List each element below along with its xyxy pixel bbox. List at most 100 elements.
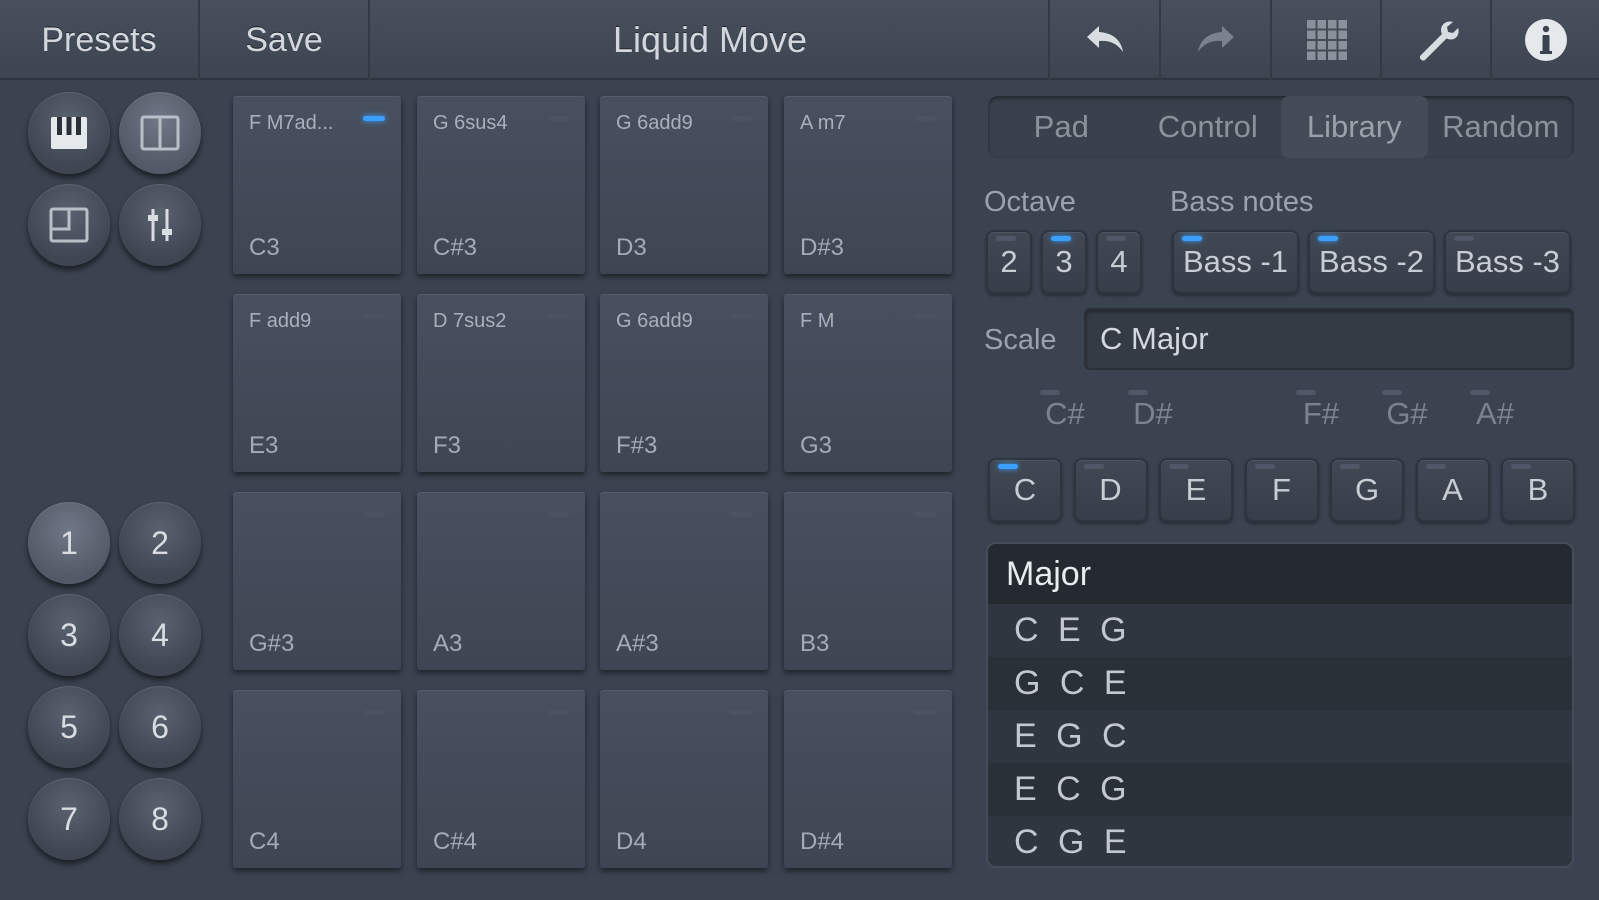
scale-selector[interactable]: C Major xyxy=(1084,308,1574,370)
pad-note-label: C3 xyxy=(249,234,280,261)
key-button-a-sharp-label: A# xyxy=(1476,396,1514,431)
key-button-e[interactable]: E xyxy=(1159,458,1233,522)
key-button-d[interactable]: D xyxy=(1073,458,1148,522)
pad[interactable]: C#4 xyxy=(417,690,585,868)
pad[interactable]: G 6add9 D3 xyxy=(600,96,768,274)
mixer-view-button[interactable] xyxy=(119,184,201,266)
key-button-b[interactable]: B xyxy=(1501,458,1575,522)
pad-led-indicator xyxy=(914,116,936,121)
led-indicator xyxy=(1340,464,1360,469)
key-button-f-sharp-label: F# xyxy=(1302,396,1340,431)
keyboard-view-button[interactable] xyxy=(28,92,110,174)
bank-button-3[interactable]: 3 xyxy=(28,594,110,676)
list-item[interactable]: G C E xyxy=(988,657,1572,710)
tab-pad[interactable]: Pad xyxy=(988,96,1135,158)
key-button-f[interactable]: F xyxy=(1244,458,1319,522)
layout-icon xyxy=(49,207,89,243)
bank-button-7[interactable]: 7 xyxy=(28,778,110,860)
led-indicator xyxy=(1296,390,1316,395)
pad-note-label: D4 xyxy=(616,828,647,855)
redo-button[interactable] xyxy=(1159,0,1270,80)
led-indicator xyxy=(1254,464,1275,469)
pad-led-indicator xyxy=(547,512,569,517)
presets-button[interactable]: Presets xyxy=(0,0,200,80)
pad[interactable]: A#3 xyxy=(600,492,768,670)
octave-button-3[interactable]: 3 xyxy=(1041,230,1087,294)
pad[interactable]: G#3 xyxy=(233,492,401,670)
led-indicator xyxy=(1106,236,1126,241)
split-view-icon xyxy=(140,115,180,151)
pad[interactable]: D4 xyxy=(600,690,768,868)
led-indicator xyxy=(998,464,1018,469)
bank-button-1[interactable]: 1 xyxy=(28,502,110,584)
tab-random[interactable]: Random xyxy=(1428,96,1575,158)
key-button-g-label: G xyxy=(1354,472,1380,507)
layout-view-button[interactable] xyxy=(28,184,110,266)
pad-chord-label: G 6add9 xyxy=(616,310,693,332)
led-indicator xyxy=(1040,390,1060,395)
undo-button[interactable] xyxy=(1048,0,1159,80)
octave-button-4[interactable]: 4 xyxy=(1096,230,1142,294)
key-button-d-label: D xyxy=(1099,472,1122,507)
pad[interactable]: B3 xyxy=(784,492,952,670)
grid-icon xyxy=(1306,20,1347,60)
pad[interactable]: G 6sus4 C#3 xyxy=(417,96,585,274)
bass-button-2[interactable]: Bass -2 xyxy=(1308,230,1435,294)
pad[interactable]: C4 xyxy=(233,690,401,868)
pad-led-indicator xyxy=(363,710,385,715)
led-indicator xyxy=(1425,464,1446,469)
key-button-b-label: B xyxy=(1527,472,1549,507)
list-item[interactable]: E C G xyxy=(988,763,1572,816)
pad[interactable]: D 7sus2 F3 xyxy=(417,294,585,472)
tab-control[interactable]: Control xyxy=(1135,96,1282,158)
pad[interactable]: F M G3 xyxy=(784,294,952,472)
key-button-a-sharp[interactable]: A# xyxy=(1460,384,1530,444)
pad[interactable]: F M7ad... C3 xyxy=(233,96,401,274)
bank-button-4[interactable]: 4 xyxy=(119,594,201,676)
key-button-c[interactable]: C xyxy=(988,458,1062,522)
key-button-g[interactable]: G xyxy=(1330,458,1404,522)
list-item[interactable]: C E G xyxy=(988,604,1572,657)
pad-led-indicator xyxy=(914,314,936,319)
pad-led-indicator xyxy=(547,314,569,319)
settings-button[interactable] xyxy=(1380,0,1491,80)
save-button[interactable]: Save xyxy=(200,0,370,80)
tab-library[interactable]: Library xyxy=(1281,96,1428,158)
bass-notes-label: Bass notes xyxy=(1170,186,1314,218)
bass-button-1[interactable]: Bass -1 xyxy=(1172,230,1299,294)
key-button-a[interactable]: A xyxy=(1415,458,1490,522)
pad-chord-label: F M7ad... xyxy=(249,112,334,134)
bass-button-3[interactable]: Bass -3 xyxy=(1444,230,1571,294)
key-button-g-sharp[interactable]: G# xyxy=(1372,384,1442,444)
pad-led-indicator xyxy=(363,314,385,319)
list-item[interactable]: C G E xyxy=(988,816,1572,866)
pad-chord-label: F add9 xyxy=(249,310,312,332)
info-icon xyxy=(1524,19,1567,61)
pad[interactable]: A m7 D#3 xyxy=(784,96,952,274)
pad-note-label: B3 xyxy=(800,630,830,657)
bank-button-6[interactable]: 6 xyxy=(119,686,201,768)
bank-button-5[interactable]: 5 xyxy=(28,686,110,768)
list-item[interactable]: E G C xyxy=(988,710,1572,763)
pad-led-indicator xyxy=(730,116,752,121)
pad-note-label: F#3 xyxy=(616,432,658,459)
undo-icon xyxy=(1086,26,1123,52)
pad-note-label: C#3 xyxy=(433,234,478,261)
redo-icon xyxy=(1197,26,1234,52)
pad[interactable]: F add9 E3 xyxy=(233,294,401,472)
key-button-f-sharp[interactable]: F# xyxy=(1286,384,1356,444)
grid-button[interactable] xyxy=(1270,0,1381,80)
info-button[interactable] xyxy=(1490,0,1599,80)
split-view-button[interactable] xyxy=(119,92,201,174)
bass-button-2-label: Bass -2 xyxy=(1318,244,1425,279)
key-button-d-sharp[interactable]: D# xyxy=(1118,384,1188,444)
key-button-c-sharp[interactable]: C# xyxy=(1030,384,1100,444)
chord-library-list[interactable]: Major C E GG C EE G CE C GC G E xyxy=(986,542,1574,868)
pad[interactable]: D#4 xyxy=(784,690,952,868)
pad[interactable]: G 6add9 F#3 xyxy=(600,294,768,472)
bank-button-2[interactable]: 2 xyxy=(119,502,201,584)
octave-button-2[interactable]: 2 xyxy=(986,230,1032,294)
led-indicator xyxy=(996,236,1016,241)
bank-button-8[interactable]: 8 xyxy=(119,778,201,860)
pad[interactable]: A3 xyxy=(417,492,585,670)
